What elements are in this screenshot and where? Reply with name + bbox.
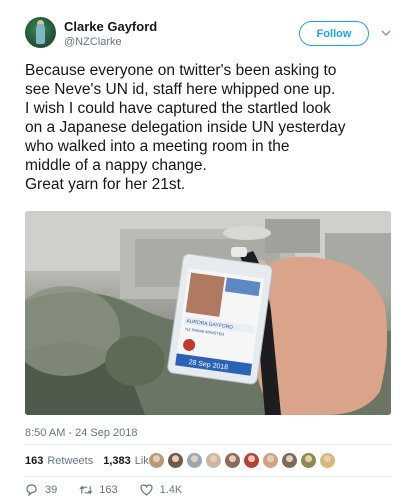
heart-icon: [140, 484, 154, 496]
tweet-line: who walked into a meeting room in the: [25, 138, 290, 155]
tweet-line: see Neve's UN id, staff here whipped one…: [25, 81, 336, 98]
retweet-button[interactable]: 163: [79, 484, 118, 496]
retweet-count: 163: [99, 484, 118, 496]
liker-avatar[interactable]: [205, 452, 222, 469]
likes-count: 1,383: [103, 455, 131, 467]
liker-avatar[interactable]: [281, 452, 298, 469]
divider: [25, 444, 391, 445]
tweet-timestamp[interactable]: 8:50 AM - 24 Sep 2018: [25, 427, 138, 439]
tweet-line: I wish I could have captured the startle…: [25, 100, 331, 117]
tweet-card: Clarke Gayford @NZClarke Follow Because …: [0, 0, 414, 500]
tweet-photo[interactable]: AURORA GAYFORD NZ PRIME MINISTER 28 Sep …: [25, 211, 391, 415]
liker-avatar[interactable]: [224, 452, 241, 469]
retweets-label: Retweets: [47, 455, 94, 467]
retweets-stat[interactable]: 163 Retweets: [25, 455, 93, 467]
liker-avatar[interactable]: [300, 452, 317, 469]
divider: [25, 476, 391, 477]
tweet-line: on a Japanese delegation inside UN yeste…: [25, 119, 346, 136]
avatar[interactable]: [25, 17, 56, 48]
follow-button[interactable]: Follow: [299, 21, 369, 46]
liker-avatar[interactable]: [148, 452, 165, 469]
retweets-count: 163: [25, 455, 44, 467]
tweet-line: Great yarn for her 21st.: [25, 176, 186, 193]
like-button[interactable]: 1.4K: [140, 484, 183, 496]
liker-avatar[interactable]: [186, 452, 203, 469]
tweet-line: Because everyone on twitter's been askin…: [25, 62, 337, 79]
chevron-down-icon[interactable]: [380, 28, 392, 38]
liker-avatar[interactable]: [262, 452, 279, 469]
tweet-text: Because everyone on twitter's been askin…: [25, 61, 395, 194]
reply-count: 39: [45, 484, 58, 496]
author-name[interactable]: Clarke Gayford: [64, 19, 157, 34]
reply-button[interactable]: 39: [25, 484, 57, 496]
retweet-icon: [79, 484, 93, 496]
liker-avatar[interactable]: [319, 452, 336, 469]
tweet-line: middle of a nappy change.: [25, 157, 207, 174]
tweet-actions: 39 163 1.4K: [25, 484, 204, 496]
author-handle[interactable]: @NZClarke: [64, 36, 122, 48]
liker-avatar[interactable]: [167, 452, 184, 469]
liker-avatars: [148, 452, 338, 469]
like-count: 1.4K: [159, 484, 183, 496]
reply-icon: [25, 484, 39, 496]
liker-avatar[interactable]: [243, 452, 260, 469]
